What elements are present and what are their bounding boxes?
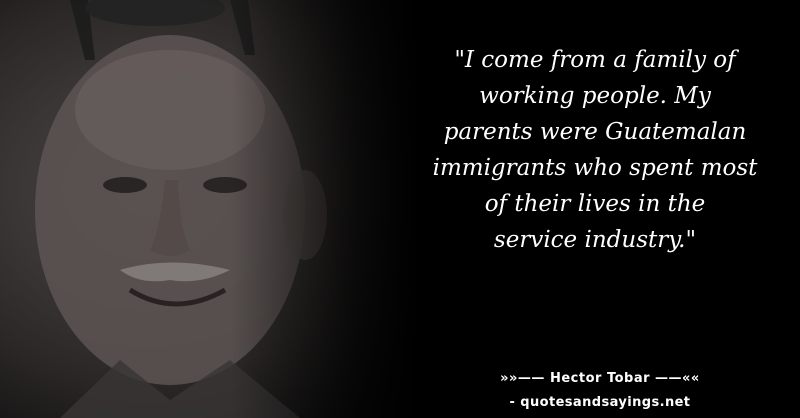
quote-author: »»—— Hector Tobar ——«« <box>500 371 700 386</box>
quote-line: parents were Guatemalan <box>443 119 747 145</box>
quote-line: working people. My <box>479 83 711 109</box>
quote-card: "I come from a family of working people.… <box>0 0 800 418</box>
quote-text: "I come from a family of working people.… <box>395 42 795 258</box>
source-site: - quotesandsayings.net <box>509 395 691 410</box>
quote-line: "I come from a family of <box>454 47 736 73</box>
quote-line: immigrants who spent most <box>432 155 758 181</box>
quote-line: service industry." <box>493 227 697 253</box>
author-portrait <box>0 0 420 418</box>
portrait-fade-overlay <box>0 0 420 418</box>
quote-line: of their lives in the <box>484 191 706 217</box>
